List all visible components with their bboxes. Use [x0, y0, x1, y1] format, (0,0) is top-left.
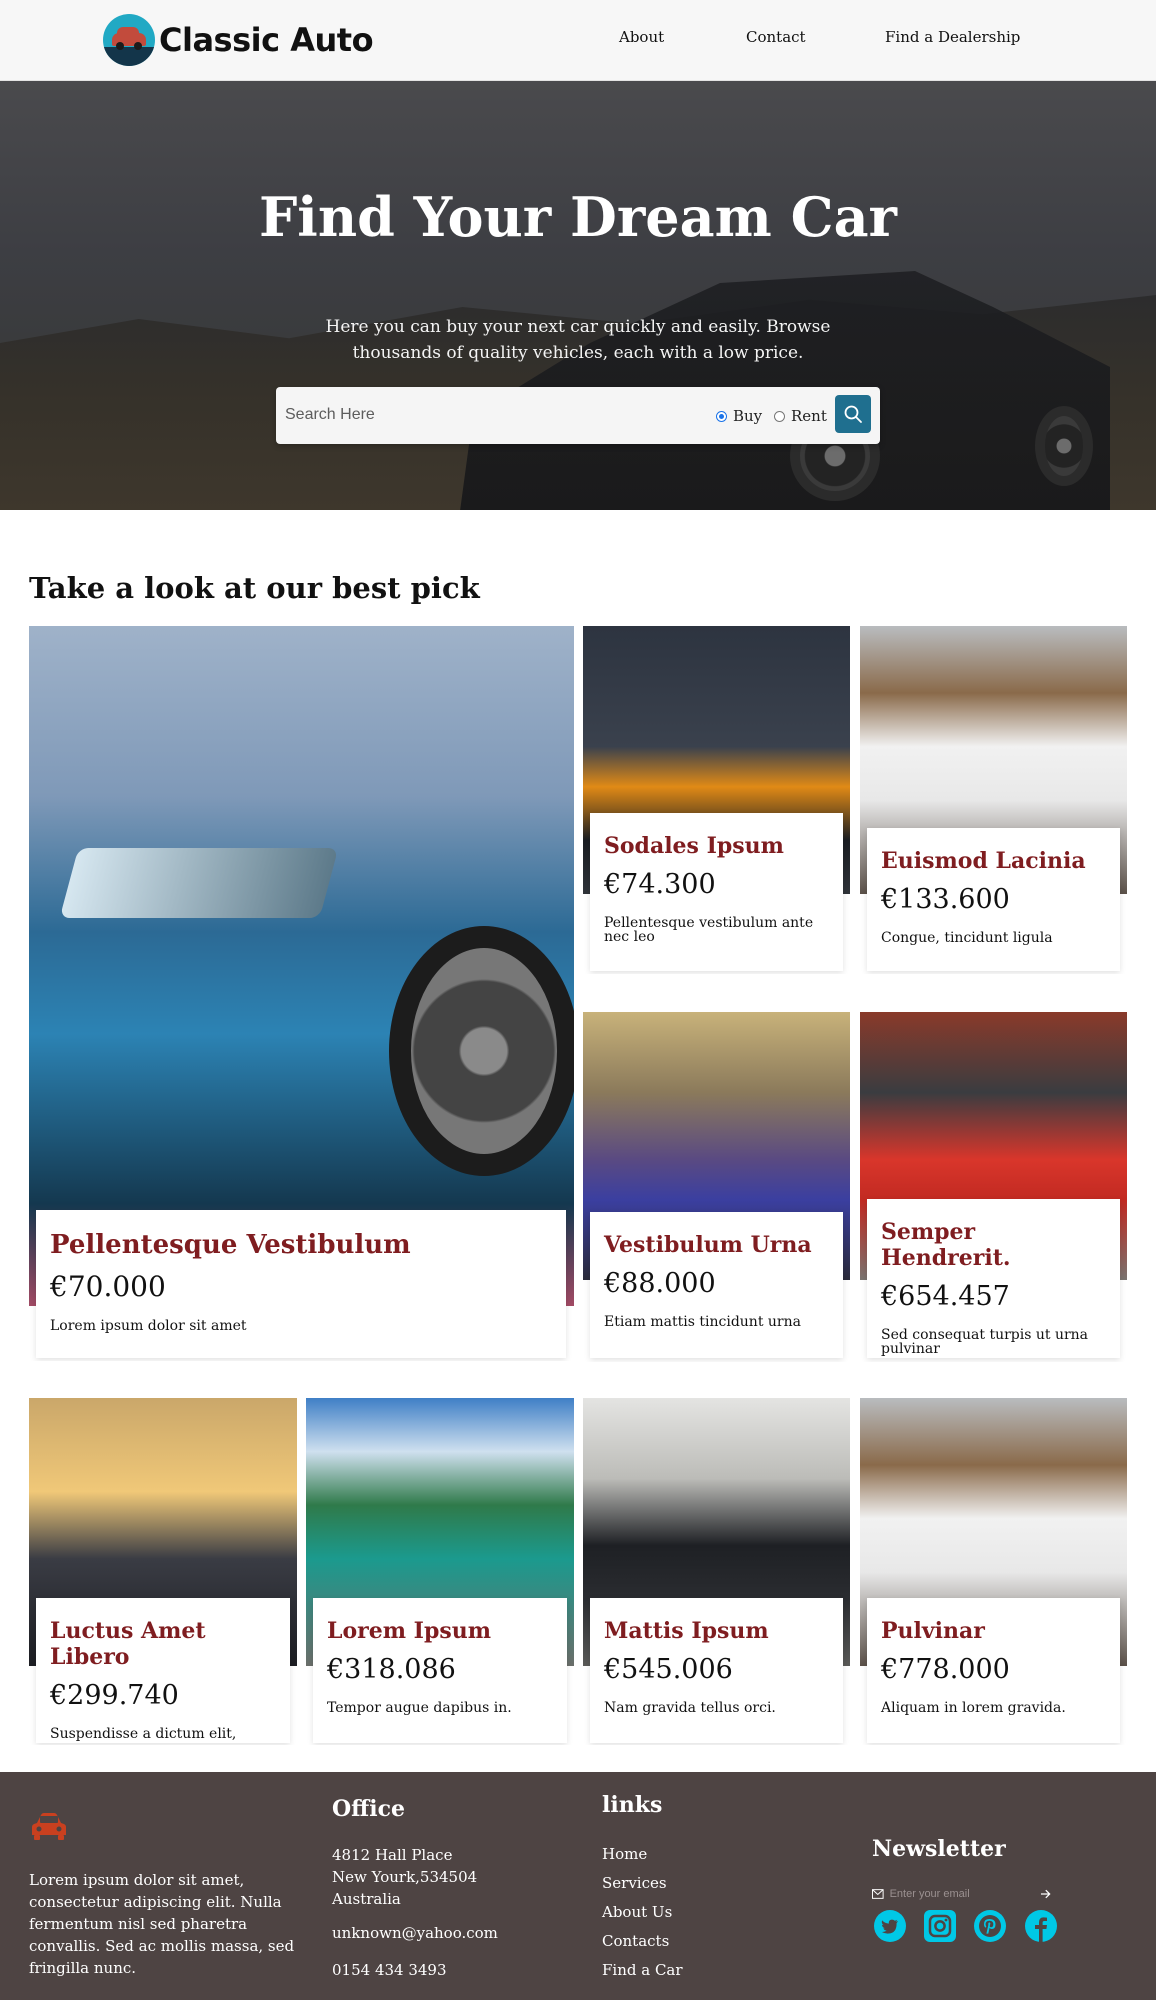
rent-radio-label: Rent	[791, 407, 827, 425]
car-info: Semper Hendrerit. €654.457 Sed consequat…	[867, 1199, 1120, 1358]
car-desc: Lorem ipsum dolor sit amet	[50, 1318, 247, 1334]
pinterest-icon	[974, 1910, 1006, 1942]
footer-email[interactable]: unknown@yahoo.com	[332, 1922, 498, 1944]
main-nav: About Contact Find a Dealership	[0, 28, 1156, 52]
arrow-right-icon[interactable]	[1040, 1889, 1052, 1899]
car-card[interactable]: Luctus Amet Libero €299.740 Suspendisse …	[29, 1398, 297, 1745]
buy-radio[interactable]: Buy	[716, 407, 762, 425]
footer-office-title: Office	[332, 1796, 405, 1822]
car-price: €778.000	[881, 1654, 1010, 1685]
car-name: Semper Hendrerit.	[881, 1219, 1011, 1271]
car-price: €654.457	[881, 1281, 1010, 1312]
car-price: €545.006	[604, 1654, 733, 1685]
car-info: Vestibulum Urna €88.000 Etiam mattis tin…	[590, 1212, 843, 1358]
footer-address: 4812 Hall Place New Yourk,534504 Austral…	[332, 1844, 477, 1910]
car-name: Vestibulum Urna	[604, 1232, 812, 1258]
car-name: Pulvinar	[881, 1618, 985, 1644]
twitter-link[interactable]	[872, 1908, 908, 1944]
address-line: 4812 Hall Place	[332, 1846, 453, 1864]
search-icon	[844, 405, 862, 423]
address-line: New Yourk,534504	[332, 1868, 478, 1886]
radio-selected-icon	[716, 410, 727, 422]
car-card[interactable]: Semper Hendrerit. €654.457 Sed consequat…	[860, 1012, 1127, 1362]
footer-links: Home Services About Us Contacts Find a C…	[602, 1845, 683, 1990]
car-desc: Pellentesque vestibulum ante nec leo	[604, 915, 814, 945]
facebook-icon	[1025, 1910, 1057, 1942]
instagram-icon	[924, 1910, 956, 1942]
nav-dealership-link[interactable]: Find a Dealership	[885, 28, 1020, 46]
car-name: Euismod Lacinia	[881, 848, 1086, 874]
twitter-icon	[874, 1910, 906, 1942]
hero-wheel	[1035, 406, 1093, 486]
car-info: Euismod Lacinia €133.600 Congue, tincidu…	[867, 828, 1120, 971]
car-info: Sodales Ipsum €74.300 Pellentesque vesti…	[590, 813, 843, 971]
mail-icon	[872, 1889, 884, 1899]
car-photo	[29, 626, 574, 1306]
car-price: €70.000	[50, 1270, 166, 1303]
radio-unselected-icon	[774, 410, 785, 422]
newsletter-form	[872, 1884, 1052, 1904]
address-line: Australia	[332, 1890, 401, 1908]
car-desc: Tempor augue dapibus in.	[327, 1700, 512, 1716]
car-desc: Nam gravida tellus orci.	[604, 1700, 776, 1716]
car-price: €74.300	[604, 869, 716, 900]
site-header: Classic Auto About Contact Find a Dealer…	[0, 0, 1156, 81]
car-card[interactable]: Sodales Ipsum €74.300 Pellentesque vesti…	[583, 626, 850, 974]
search-input[interactable]	[285, 400, 665, 430]
car-price: €299.740	[50, 1680, 179, 1711]
car-name: Luctus Amet Libero	[50, 1618, 206, 1670]
footer-link-about[interactable]: About Us	[602, 1903, 683, 1932]
car-name: Pellentesque Vestibulum	[50, 1230, 411, 1260]
wheel-icon	[389, 926, 574, 1176]
search-bar: Buy Rent	[276, 387, 880, 444]
car-card[interactable]: Mattis Ipsum €545.006 Nam gravida tellus…	[583, 1398, 850, 1745]
pinterest-link[interactable]	[972, 1908, 1008, 1944]
car-price: €318.086	[327, 1654, 456, 1685]
footer-newsletter-title: Newsletter	[872, 1836, 1006, 1862]
car-info: Luctus Amet Libero €299.740 Suspendisse …	[36, 1598, 290, 1743]
car-card[interactable]: Vestibulum Urna €88.000 Etiam mattis tin…	[583, 1012, 850, 1362]
car-desc: Aliquam in lorem gravida.	[881, 1700, 1066, 1716]
car-info: Mattis Ipsum €545.006 Nam gravida tellus…	[590, 1598, 843, 1743]
car-desc: Congue, tincidunt ligula	[881, 930, 1053, 946]
facebook-link[interactable]	[1023, 1908, 1059, 1944]
car-info: Lorem Ipsum €318.086 Tempor augue dapibu…	[313, 1598, 567, 1743]
nav-contact-link[interactable]: Contact	[746, 28, 806, 46]
car-info: Pulvinar €778.000 Aliquam in lorem gravi…	[867, 1598, 1120, 1743]
car-card-featured[interactable]: Pellentesque Vestibulum €70.000 Lorem ip…	[29, 626, 574, 1361]
car-card[interactable]: Euismod Lacinia €133.600 Congue, tincidu…	[860, 626, 1127, 974]
car-name: Mattis Ipsum	[604, 1618, 769, 1644]
footer-link-home[interactable]: Home	[602, 1845, 683, 1874]
car-name: Sodales Ipsum	[604, 833, 784, 859]
site-footer: Lorem ipsum dolor sit amet, consectetur …	[0, 1772, 1156, 2000]
car-icon	[32, 1813, 66, 1840]
car-desc: Sed consequat turpis ut urna pulvinar	[881, 1327, 1089, 1357]
hero-subtitle: Here you can buy your next car quickly a…	[325, 317, 831, 363]
car-price: €88.000	[604, 1268, 716, 1299]
hero-title: Find Your Dream Car	[258, 185, 898, 249]
footer-phone[interactable]: 0154 434 3493	[332, 1959, 447, 1981]
instagram-link[interactable]	[922, 1908, 958, 1944]
car-info: Pellentesque Vestibulum €70.000 Lorem ip…	[36, 1210, 566, 1358]
footer-link-contacts[interactable]: Contacts	[602, 1932, 683, 1961]
hero-banner: Find Your Dream Car Here you can buy you…	[0, 81, 1156, 510]
best-pick-title: Take a look at our best pick	[29, 571, 480, 605]
car-name: Lorem Ipsum	[327, 1618, 492, 1644]
footer-links-title: links	[602, 1792, 663, 1818]
car-card[interactable]: Pulvinar €778.000 Aliquam in lorem gravi…	[860, 1398, 1127, 1745]
search-button[interactable]	[835, 395, 871, 433]
footer-link-services[interactable]: Services	[602, 1874, 683, 1903]
car-desc: Suspendisse a dictum elit,	[50, 1726, 237, 1742]
car-card[interactable]: Lorem Ipsum €318.086 Tempor augue dapibu…	[306, 1398, 574, 1745]
footer-link-find-car[interactable]: Find a Car	[602, 1961, 683, 1990]
buy-radio-label: Buy	[733, 407, 763, 425]
car-desc: Etiam mattis tincidunt urna	[604, 1314, 801, 1330]
newsletter-email-input[interactable]	[889, 1888, 1035, 1900]
footer-about-text: Lorem ipsum dolor sit amet, consectetur …	[29, 1871, 295, 1977]
car-price: €133.600	[881, 884, 1010, 915]
rent-radio[interactable]: Rent	[774, 407, 827, 425]
nav-about-link[interactable]: About	[619, 28, 664, 46]
